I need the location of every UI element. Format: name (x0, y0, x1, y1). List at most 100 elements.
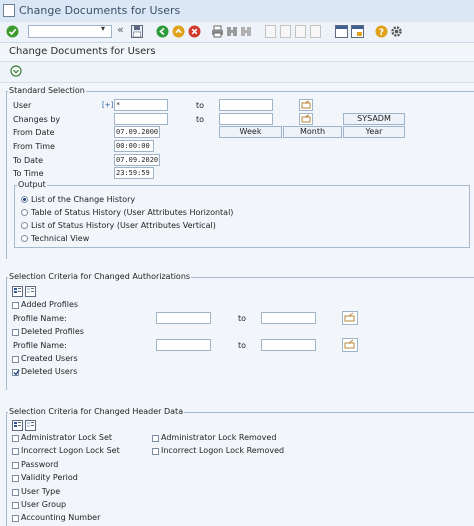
user-label: User (13, 101, 32, 110)
admin-lock-set-checkbox[interactable] (12, 435, 19, 442)
from-date-input[interactable]: 07.09.2000 (114, 126, 160, 138)
password-label: Password (21, 460, 59, 469)
select-all-icon[interactable] (12, 286, 23, 297)
help-icon[interactable]: ? (375, 25, 388, 38)
deleted-profiles-checkbox[interactable] (12, 329, 19, 336)
profile-name-to-input[interactable] (261, 312, 316, 324)
radio-status-horizontal[interactable] (21, 209, 28, 216)
select-all-icon[interactable] (12, 420, 23, 431)
incorrect-logon-lock-set-checkbox[interactable] (12, 448, 19, 455)
profile-name-label: Profile Name: (13, 314, 67, 323)
accounting-number-label: Accounting Number (21, 513, 101, 522)
new-session-icon[interactable] (335, 25, 348, 38)
radio-technical-view-label: Technical View (31, 234, 90, 243)
user-to-label: to (196, 101, 205, 110)
next-page-icon[interactable] (295, 25, 306, 38)
sysadm-button[interactable]: SYSADM (343, 113, 405, 125)
user-type-checkbox[interactable] (12, 489, 19, 496)
window-title: Change Documents for Users (19, 4, 181, 17)
to-date-input[interactable]: 07.09.2020 (114, 154, 160, 166)
first-page-icon[interactable] (265, 25, 276, 38)
profile-name-2-multiple-selection-button[interactable] (342, 338, 358, 352)
year-button[interactable]: Year (343, 126, 405, 138)
user-multiple-selection-button[interactable] (299, 99, 313, 111)
profile-name-label-2: Profile Name: (13, 341, 67, 350)
find-next-icon[interactable] (240, 25, 252, 38)
changes-by-to-input[interactable] (219, 113, 273, 125)
changes-by-to-label: to (196, 115, 205, 124)
previous-page-icon[interactable] (280, 25, 291, 38)
radio-status-horizontal-label: Table of Status History (User Attributes… (31, 208, 234, 217)
changes-by-multiple-selection-button[interactable] (299, 113, 313, 125)
user-to-input[interactable] (219, 99, 273, 111)
validity-period-label: Validity Period (21, 473, 78, 482)
radio-status-vertical-label: List of Status History (User Attributes … (31, 221, 216, 230)
arrow-right-icon (344, 339, 355, 349)
radio-change-history-label: List of the Change History (31, 195, 136, 204)
accounting-number-checkbox[interactable] (12, 515, 19, 522)
arrow-right-icon (301, 100, 311, 109)
application-toolbar (0, 61, 474, 83)
week-button[interactable]: Week (219, 126, 282, 138)
window-icon (3, 4, 15, 17)
validity-period-checkbox[interactable] (12, 475, 19, 482)
header-data-title: Selection Criteria for Changed Header Da… (8, 407, 185, 416)
deselect-all-icon[interactable] (25, 420, 36, 431)
save-icon[interactable] (131, 25, 143, 38)
admin-lock-set-label: Administrator Lock Set (21, 433, 112, 442)
profile-name-2-from-input[interactable] (156, 339, 211, 351)
settings-icon[interactable] (390, 25, 403, 38)
radio-technical-view[interactable] (21, 235, 28, 242)
user-group-checkbox[interactable] (12, 502, 19, 509)
shortcut-icon[interactable] (351, 25, 364, 38)
added-profiles-label: Added Profiles (21, 300, 79, 309)
from-date-label: From Date (13, 128, 55, 137)
incorrect-logon-lock-removed-checkbox[interactable] (152, 448, 159, 455)
created-users-checkbox[interactable] (12, 356, 19, 363)
created-users-label: Created Users (21, 354, 78, 363)
enter-icon[interactable] (6, 25, 19, 38)
from-time-label: From Time (13, 142, 55, 151)
user-from-input[interactable]: * (114, 99, 168, 111)
print-icon[interactable] (211, 25, 224, 38)
back-icon[interactable] (156, 25, 169, 38)
checkmark-icon (13, 369, 20, 376)
to-time-input[interactable]: 23:59:59 (114, 167, 154, 179)
command-field[interactable] (28, 25, 112, 38)
svg-text:?: ? (379, 28, 384, 38)
page-title: Change Documents for Users (9, 46, 156, 57)
exit-icon[interactable] (172, 25, 185, 38)
cancel-icon[interactable] (188, 25, 201, 38)
profile-name-2-to-input[interactable] (261, 339, 316, 351)
radio-status-vertical[interactable] (21, 222, 28, 229)
command-dropdown-icon[interactable]: ▾ (101, 24, 105, 33)
deleted-profiles-label: Deleted Profiles (21, 327, 84, 336)
output-title: Output (17, 180, 47, 189)
deselect-all-icon[interactable] (25, 286, 36, 297)
multiple-selection-marker: [+] (102, 101, 114, 109)
deleted-users-checkbox[interactable] (12, 369, 20, 376)
execute-icon[interactable] (10, 65, 22, 77)
changes-by-from-input[interactable] (114, 113, 168, 125)
from-time-input[interactable]: 00:00:00 (114, 140, 154, 152)
added-profiles-checkbox[interactable] (12, 302, 19, 309)
arrow-right-icon (344, 312, 355, 322)
back-arrows-icon[interactable]: « (117, 23, 124, 36)
find-icon[interactable] (226, 25, 238, 38)
user-group-label: User Group (21, 500, 67, 509)
to-date-label: To Date (13, 156, 44, 165)
password-checkbox[interactable] (12, 462, 19, 469)
profile-name-multiple-selection-button[interactable] (342, 311, 358, 325)
radio-change-history[interactable] (21, 196, 28, 203)
incorrect-logon-lock-set-label: Incorrect Logon Lock Set (21, 446, 120, 455)
profile-name-to-label: to (238, 314, 247, 323)
month-button[interactable]: Month (283, 126, 342, 138)
profile-name-2-to-label: to (238, 341, 247, 350)
profile-name-from-input[interactable] (156, 312, 211, 324)
last-page-icon[interactable] (310, 25, 321, 38)
user-type-label: User Type (21, 487, 61, 496)
changes-by-label: Changes by (13, 115, 61, 124)
standard-selection-title: Standard Selection (8, 86, 86, 95)
admin-lock-removed-checkbox[interactable] (152, 435, 159, 442)
to-time-label: To Time (13, 169, 44, 178)
